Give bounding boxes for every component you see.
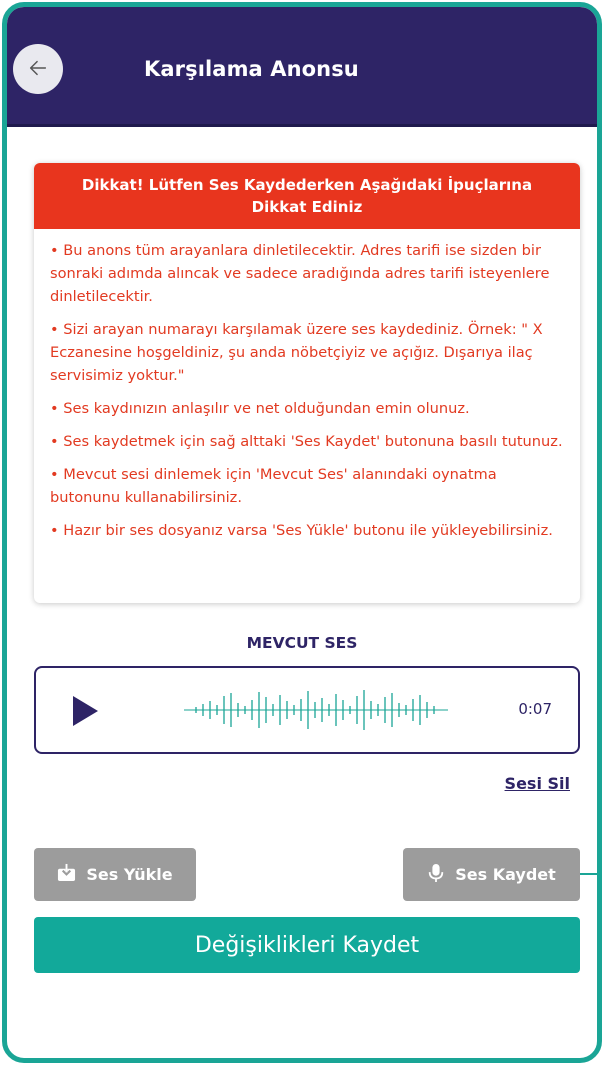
- app-frame: Karşılama Anonsu Dikkat! Lütfen Ses Kayd…: [2, 2, 602, 1063]
- record-audio-button[interactable]: Ses Kaydet: [403, 848, 580, 901]
- tip-item: • Hazır bir ses dosyanız varsa 'Ses Yükl…: [50, 522, 553, 539]
- arrow-left-icon: [27, 57, 49, 82]
- tip-item: • Sizi arayan numarayı karşılamak üzere …: [50, 321, 543, 384]
- audio-player: 0:07: [34, 666, 580, 754]
- page-title: Karşılama Anonsu: [144, 57, 359, 81]
- delete-audio-link[interactable]: Sesi Sil: [505, 774, 570, 793]
- tip-item: • Bu anons tüm arayanlara dinletilecekti…: [50, 242, 550, 305]
- tips-heading: Dikkat! Lütfen Ses Kaydederken Aşağıdaki…: [34, 163, 580, 229]
- microphone-icon: [427, 863, 445, 887]
- app-header: Karşılama Anonsu: [7, 7, 597, 127]
- current-audio-title: MEVCUT SES: [246, 634, 358, 652]
- back-button[interactable]: [13, 44, 63, 94]
- waveform-icon: [184, 685, 448, 735]
- tips-list: • Bu anons tüm arayanlara dinletilecekti…: [34, 229, 580, 542]
- save-changes-button[interactable]: Değişiklikleri Kaydet: [34, 917, 580, 973]
- download-tray-icon: [57, 863, 76, 886]
- record-pointer-line: [580, 873, 597, 875]
- tip-item: • Ses kaydınızın anlaşılır ve net olduğu…: [50, 400, 470, 417]
- audio-duration: 0:07: [518, 700, 552, 718]
- play-icon: [66, 696, 102, 732]
- tip-item: • Mevcut sesi dinlemek için 'Mevcut Ses'…: [50, 466, 497, 506]
- record-audio-label: Ses Kaydet: [455, 865, 556, 884]
- tips-card: Dikkat! Lütfen Ses Kaydederken Aşağıdaki…: [34, 163, 580, 603]
- tip-item: • Ses kaydetmek için sağ alttaki 'Ses Ka…: [50, 433, 563, 450]
- upload-audio-label: Ses Yükle: [86, 865, 173, 884]
- upload-audio-button[interactable]: Ses Yükle: [34, 848, 196, 901]
- play-button[interactable]: [66, 693, 102, 729]
